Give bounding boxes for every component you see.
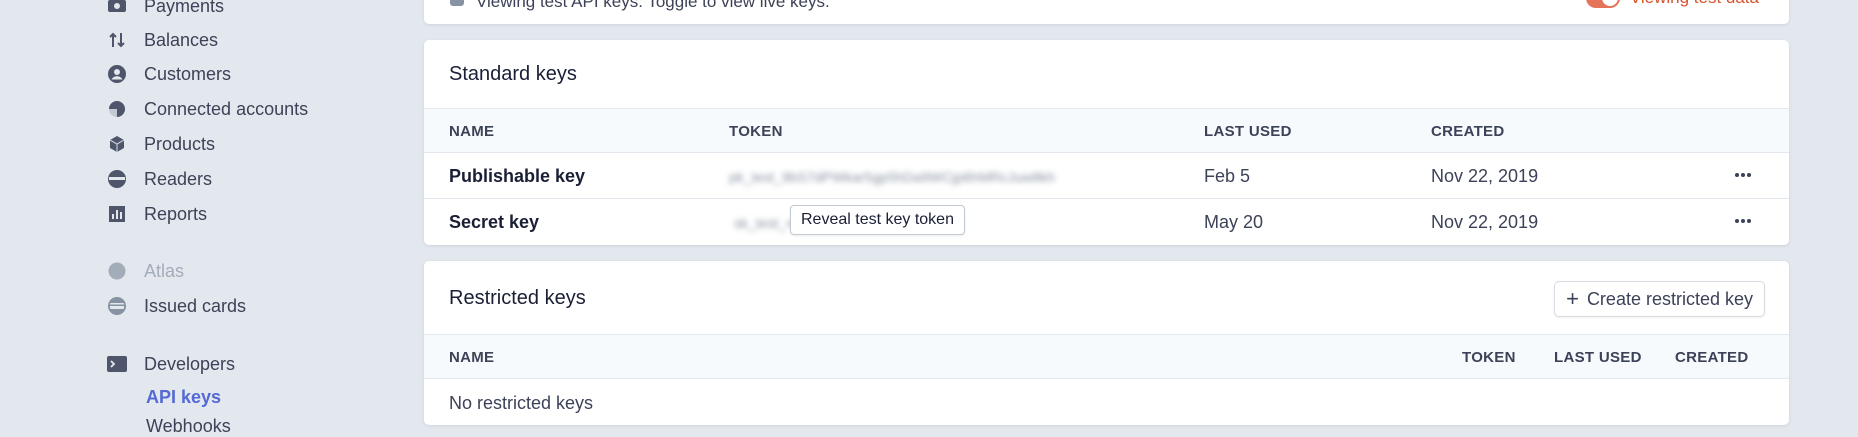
sidebar-item-label: Developers [144, 353, 236, 374]
sidebar-item-atlas[interactable]: Atlas [106, 256, 184, 286]
create-restricted-key-button[interactable]: + Create restricted key [1554, 281, 1765, 317]
column-header-last-used: LAST USED [1204, 123, 1292, 140]
column-header-name: NAME [449, 349, 495, 366]
balances-icon [106, 29, 128, 51]
sidebar-item-connected-accounts[interactable]: Connected accounts [106, 94, 308, 124]
sidebar-item-payments[interactable]: Payments [106, 0, 224, 21]
toggle-switch[interactable] [1585, 0, 1620, 8]
column-header-token: TOKEN [1462, 349, 1516, 366]
restricted-keys-header: NAME TOKEN LAST USED CREATED [424, 334, 1789, 379]
restricted-keys-title: Restricted keys [449, 287, 586, 309]
standard-keys-card: Standard keys NAME TOKEN LAST USED CREAT… [424, 40, 1789, 245]
sidebar-item-balances[interactable]: Balances [106, 25, 218, 55]
table-row: Publishable key pk_test_9bS7dPWkar5gp5hD… [424, 153, 1789, 199]
plus-icon: + [1566, 286, 1579, 311]
column-header-last-used: LAST USED [1554, 349, 1642, 366]
sidebar: Payments Balances Customers Connected ac… [0, 0, 410, 437]
sidebar-item-label: Customers [144, 63, 232, 84]
customers-icon [106, 63, 128, 85]
sidebar-item-developers[interactable]: Developers [106, 349, 235, 379]
sidebar-item-label: Issued cards [144, 295, 247, 316]
info-icon [450, 0, 464, 6]
key-token[interactable]: pk_test_9bS7dPWkar5gp5hDa9WCjp6hMRcJuw8k… [729, 169, 1055, 185]
empty-state-text: No restricted keys [449, 393, 594, 413]
test-mode-notice: Viewing test API keys. Toggle to view li… [424, 0, 1789, 24]
toggle-label: Viewing test data [1630, 0, 1759, 8]
create-restricted-key-label: Create restricted key [1586, 288, 1753, 309]
key-last-used: Feb 5 [1204, 166, 1251, 186]
sidebar-item-label: Readers [144, 168, 213, 189]
table-row: Secret key sk_test_•••••••••••••••••••••… [424, 199, 1789, 245]
sidebar-item-label: Atlas [144, 260, 185, 281]
key-created: Nov 22, 2019 [1431, 212, 1539, 232]
reveal-key-button[interactable]: Reveal test key token [790, 205, 965, 235]
sidebar-item-label: Products [144, 133, 216, 154]
restricted-keys-card: Restricted keys + Create restricted key … [424, 261, 1789, 425]
standard-keys-title: Standard keys [449, 63, 577, 85]
column-header-name: NAME [449, 123, 495, 140]
standard-keys-header: NAME TOKEN LAST USED CREATED [424, 108, 1789, 153]
sidebar-item-readers[interactable]: Readers [106, 164, 212, 194]
sidebar-subitem-webhooks[interactable]: Webhooks [146, 413, 231, 437]
sidebar-item-label: Payments [144, 0, 225, 16]
sidebar-item-products[interactable]: Products [106, 129, 215, 159]
sidebar-item-customers[interactable]: Customers [106, 59, 231, 89]
atlas-icon [106, 260, 128, 282]
key-created: Nov 22, 2019 [1431, 166, 1539, 186]
test-data-toggle[interactable]: Viewing test data [1585, 0, 1759, 8]
column-header-created: CREATED [1675, 349, 1749, 366]
sidebar-subitem-api-keys[interactable]: API keys [146, 384, 221, 410]
key-name: Secret key [449, 212, 540, 232]
connected-accounts-icon [106, 98, 128, 120]
sidebar-item-label: Reports [144, 203, 208, 224]
key-last-used: May 20 [1204, 212, 1264, 232]
developers-icon [106, 353, 128, 375]
notice-text: Viewing test API keys. Toggle to view li… [476, 0, 830, 11]
column-header-token: TOKEN [729, 123, 783, 140]
more-options-icon[interactable] [1733, 165, 1753, 185]
products-icon [106, 133, 128, 155]
readers-icon [106, 168, 128, 190]
sidebar-item-label: Balances [144, 29, 219, 50]
sidebar-item-issued-cards[interactable]: Issued cards [106, 291, 246, 321]
sidebar-item-label: Connected accounts [144, 98, 309, 119]
key-name: Publishable key [449, 166, 586, 186]
reports-icon [106, 203, 128, 225]
column-header-created: CREATED [1431, 123, 1505, 140]
payments-icon [106, 0, 128, 17]
issued-cards-icon [106, 295, 128, 317]
more-options-icon[interactable] [1733, 211, 1753, 231]
sidebar-item-reports[interactable]: Reports [106, 199, 207, 229]
